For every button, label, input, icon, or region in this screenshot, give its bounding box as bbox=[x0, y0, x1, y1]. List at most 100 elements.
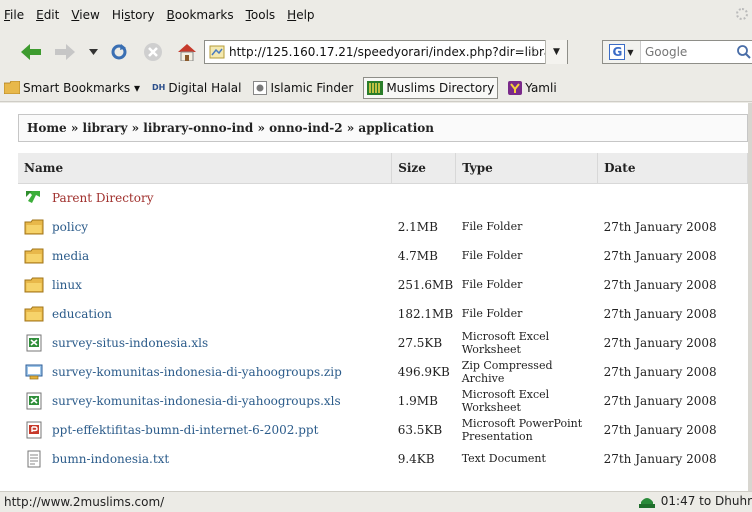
file-date: 27th January 2008 bbox=[603, 393, 717, 408]
file-date: 27th January 2008 bbox=[603, 219, 717, 234]
bookmark-label: Digital Halal bbox=[168, 80, 242, 95]
home-icon bbox=[178, 44, 196, 61]
file-name-link[interactable]: survey-komunitas-indonesia-di-yahoogroup… bbox=[52, 394, 341, 408]
file-name-link[interactable]: ppt-effektifitas-bumn-di-internet-6-2002… bbox=[52, 423, 318, 437]
file-size: 251.6MB bbox=[397, 277, 454, 292]
folder-icon bbox=[24, 219, 44, 234]
file-name-link[interactable]: education bbox=[52, 307, 112, 321]
url-dropdown-button[interactable]: ▼ bbox=[545, 40, 567, 64]
bookmark-star-icon[interactable]: ☆ bbox=[526, 45, 539, 59]
mosque-icon bbox=[638, 498, 655, 508]
file-name-link[interactable]: survey-komunitas-indonesia-di-yahoogroup… bbox=[52, 365, 342, 379]
page-icon bbox=[209, 45, 225, 59]
table-header-row: Name Size Type Date bbox=[18, 153, 748, 184]
column-header-size[interactable]: Size bbox=[391, 153, 457, 184]
bookmark-label: Yamli bbox=[525, 80, 557, 95]
muslims-directory-icon bbox=[367, 80, 384, 95]
text-file-icon bbox=[27, 450, 41, 467]
bookmark-muslims-directory[interactable]: Muslims Directory bbox=[363, 76, 499, 99]
excel-icon bbox=[26, 392, 42, 409]
file-size: 27.5KB bbox=[397, 335, 443, 350]
menu-file[interactable]: File bbox=[4, 8, 24, 22]
folder-icon bbox=[24, 248, 44, 263]
file-name-link[interactable]: policy bbox=[52, 220, 88, 234]
url-text[interactable]: http://125.160.17.21/speedyorari/index.p… bbox=[229, 45, 549, 59]
file-name-link[interactable]: media bbox=[52, 249, 89, 263]
table-row-parent[interactable]: Parent Directory bbox=[18, 183, 748, 212]
vertical-scrollbar[interactable] bbox=[748, 103, 752, 491]
bookmark-label: Muslims Directory bbox=[386, 80, 495, 95]
column-header-name[interactable]: Name bbox=[18, 153, 393, 184]
file-date: 27th January 2008 bbox=[603, 422, 717, 437]
file-type: Text Document bbox=[461, 452, 546, 465]
forward-arrow-icon bbox=[55, 44, 75, 60]
bookmark-smart-bookmarks[interactable]: Smart Bookmarks ▾ bbox=[2, 77, 142, 99]
menu-bookmarks[interactable]: Bookmarks bbox=[167, 8, 234, 22]
file-type: File Folder bbox=[461, 307, 523, 320]
bookmark-digital-halal[interactable]: DH Digital Halal bbox=[150, 77, 243, 99]
file-date: 27th January 2008 bbox=[603, 451, 717, 466]
search-engine-button[interactable]: G ▼ bbox=[603, 41, 641, 63]
file-type: Microsoft Excel Worksheet bbox=[461, 387, 550, 414]
back-arrow-icon bbox=[21, 44, 41, 60]
home-button[interactable] bbox=[176, 41, 198, 63]
file-listing-table: Name Size Type Date Parent Directory pol… bbox=[18, 153, 748, 473]
table-row[interactable]: media 4.7MB File Folder 27th January 200… bbox=[18, 241, 748, 270]
forward-button[interactable] bbox=[54, 41, 76, 63]
stop-button[interactable] bbox=[142, 41, 164, 63]
prayer-time-indicator[interactable]: 01:47 to Dhuhr bbox=[638, 494, 752, 508]
file-name-link[interactable]: survey-situs-indonesia.xls bbox=[52, 336, 208, 350]
navigation-toolbar: http://125.160.17.21/speedyorari/index.p… bbox=[0, 30, 752, 74]
reload-icon bbox=[111, 44, 127, 60]
status-bar: http://www.2muslims.com/ 01:47 to Dhuhr bbox=[0, 491, 752, 512]
menu-help[interactable]: Help bbox=[287, 8, 314, 22]
file-date: 27th January 2008 bbox=[603, 364, 717, 379]
file-size: 182.1MB bbox=[397, 306, 454, 321]
menu-history[interactable]: History bbox=[112, 8, 155, 22]
yamli-icon bbox=[508, 80, 523, 95]
history-dropdown-button[interactable] bbox=[88, 41, 98, 63]
powerpoint-icon bbox=[26, 421, 42, 438]
file-type: Zip Compressed Archive bbox=[461, 358, 553, 385]
table-row[interactable]: ppt-effektifitas-bumn-di-internet-6-2002… bbox=[18, 415, 748, 444]
parent-directory-icon bbox=[26, 190, 40, 203]
column-header-date[interactable]: Date bbox=[597, 153, 748, 184]
chevron-down-icon: ▼ bbox=[627, 47, 634, 57]
table-row[interactable]: policy 2.1MB File Folder 27th January 20… bbox=[18, 212, 748, 241]
file-size: 9.4KB bbox=[397, 451, 435, 466]
bookmark-islamic-finder[interactable]: Islamic Finder bbox=[251, 77, 355, 99]
bookmark-yamli[interactable]: Yamli bbox=[506, 77, 558, 99]
column-header-type[interactable]: Type bbox=[455, 153, 599, 184]
parent-directory-link[interactable]: Parent Directory bbox=[52, 191, 153, 205]
file-type: File Folder bbox=[461, 249, 523, 262]
page-content: Home » library » library-onno-ind » onno… bbox=[0, 103, 748, 491]
file-size: 63.5KB bbox=[397, 422, 443, 437]
table-row[interactable]: survey-komunitas-indonesia-di-yahoogroup… bbox=[18, 386, 748, 415]
chevron-down-icon bbox=[88, 49, 98, 55]
table-row[interactable]: survey-situs-indonesia.xls 27.5KB Micros… bbox=[18, 328, 748, 357]
table-row[interactable]: linux 251.6MB File Folder 27th January 2… bbox=[18, 270, 748, 299]
file-size: 1.9MB bbox=[397, 393, 438, 408]
file-date: 27th January 2008 bbox=[603, 306, 717, 321]
menu-edit[interactable]: Edit bbox=[36, 8, 59, 22]
file-size: 4.7MB bbox=[397, 248, 438, 263]
search-icon[interactable] bbox=[737, 45, 751, 59]
folder-icon bbox=[4, 81, 20, 94]
menu-view[interactable]: View bbox=[71, 8, 99, 22]
breadcrumb[interactable]: Home » library » library-onno-ind » onno… bbox=[18, 114, 748, 142]
table-row[interactable]: survey-komunitas-indonesia-di-yahoogroup… bbox=[18, 357, 748, 386]
search-bar: G ▼ bbox=[602, 40, 752, 64]
url-bar[interactable]: http://125.160.17.21/speedyorari/index.p… bbox=[204, 40, 568, 64]
table-row[interactable]: bumn-indonesia.txt 9.4KB Text Document 2… bbox=[18, 444, 748, 473]
file-name-link[interactable]: linux bbox=[52, 278, 82, 292]
folder-icon bbox=[24, 277, 44, 292]
google-engine-icon: G bbox=[609, 44, 626, 60]
file-name-link[interactable]: bumn-indonesia.txt bbox=[52, 452, 169, 466]
reload-button[interactable] bbox=[108, 41, 130, 63]
file-type: Microsoft PowerPoint Presentation bbox=[461, 416, 583, 443]
menu-tools[interactable]: Tools bbox=[246, 8, 276, 22]
table-row[interactable]: education 182.1MB File Folder 27th Janua… bbox=[18, 299, 748, 328]
back-button[interactable] bbox=[20, 41, 42, 63]
stop-icon bbox=[144, 43, 162, 61]
search-input[interactable] bbox=[641, 45, 731, 59]
